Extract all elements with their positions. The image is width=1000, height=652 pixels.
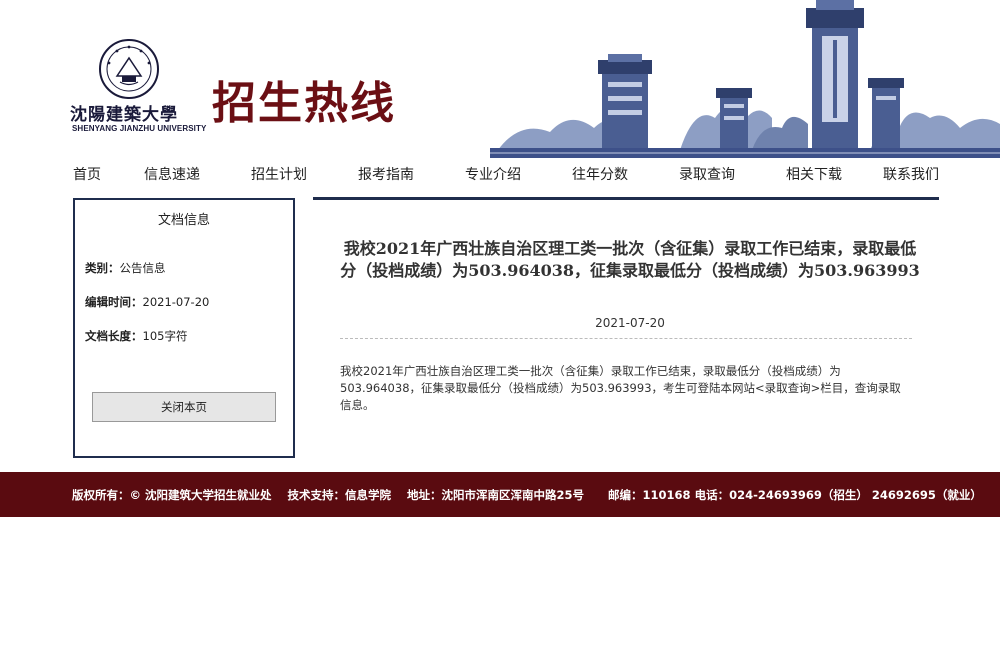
nav-item-news[interactable]: 信息速递 bbox=[144, 164, 200, 184]
site-title: 招生热线 bbox=[212, 78, 396, 129]
university-seal-icon bbox=[99, 39, 159, 99]
category-value: 公告信息 bbox=[119, 261, 166, 275]
article-divider bbox=[340, 338, 912, 339]
campus-towers-illustration bbox=[490, 0, 1000, 158]
nav-item-admission-query[interactable]: 录取查询 bbox=[679, 164, 735, 184]
nav-item-home[interactable]: 首页 bbox=[73, 164, 101, 184]
length-row: 文档长度：105字符 bbox=[85, 328, 187, 344]
university-logo[interactable]: 沈陽建築大學 SHENYANG JIANZHU UNIVERSITY bbox=[68, 38, 206, 138]
length-value: 105字符 bbox=[142, 329, 188, 343]
category-label: 类别： bbox=[85, 261, 120, 275]
nav-item-contact[interactable]: 联系我们 bbox=[883, 164, 939, 184]
edit-time-row: 编辑时间：2021-07-20 bbox=[85, 294, 209, 310]
article-date: 2021-07-20 bbox=[595, 316, 665, 330]
site-footer: 版权所有：© 沈阳建筑大学招生就业处 技术支持：信息学院 地址：沈阳市浑南区浑南… bbox=[0, 472, 1000, 517]
footer-info: 版权所有：© 沈阳建筑大学招生就业处 技术支持：信息学院 地址：沈阳市浑南区浑南… bbox=[72, 488, 982, 502]
article-title: 我校2021年广西壮族自治区理工类一批次（含征集）录取工作已结束，录取最低分（投… bbox=[340, 239, 920, 280]
edit-time-value: 2021-07-20 bbox=[142, 295, 210, 309]
nav-item-majors[interactable]: 专业介绍 bbox=[465, 164, 521, 184]
logo-english-name: SHENYANG JIANZHU UNIVERSITY bbox=[72, 124, 207, 133]
main-nav: 首页 信息速递 招生计划 报考指南 专业介绍 往年分数 录取查询 相关下载 联系… bbox=[0, 158, 1000, 192]
nav-item-enrollment-plan[interactable]: 招生计划 bbox=[251, 164, 307, 184]
content-top-rule bbox=[313, 197, 939, 200]
nav-item-past-scores[interactable]: 往年分数 bbox=[572, 164, 628, 184]
logo-script-name: 沈陽建築大學 bbox=[70, 105, 178, 125]
category-row: 类别：公告信息 bbox=[85, 260, 166, 276]
close-page-button[interactable]: 关闭本页 bbox=[92, 392, 276, 422]
site-header: 沈陽建築大學 SHENYANG JIANZHU UNIVERSITY 招生热线 bbox=[0, 0, 1000, 158]
nav-item-application-guide[interactable]: 报考指南 bbox=[358, 164, 414, 184]
length-label: 文档长度： bbox=[85, 329, 143, 343]
article-body: 我校2021年广西壮族自治区理工类一批次（含征集）录取工作已结束，录取最低分（投… bbox=[340, 364, 901, 412]
document-info-panel: 文档信息 类别：公告信息 编辑时间：2021-07-20 文档长度：105字符 … bbox=[73, 198, 295, 458]
panel-title: 文档信息 bbox=[157, 213, 210, 228]
edit-time-label: 编辑时间： bbox=[85, 295, 143, 309]
nav-item-downloads[interactable]: 相关下载 bbox=[786, 164, 842, 184]
